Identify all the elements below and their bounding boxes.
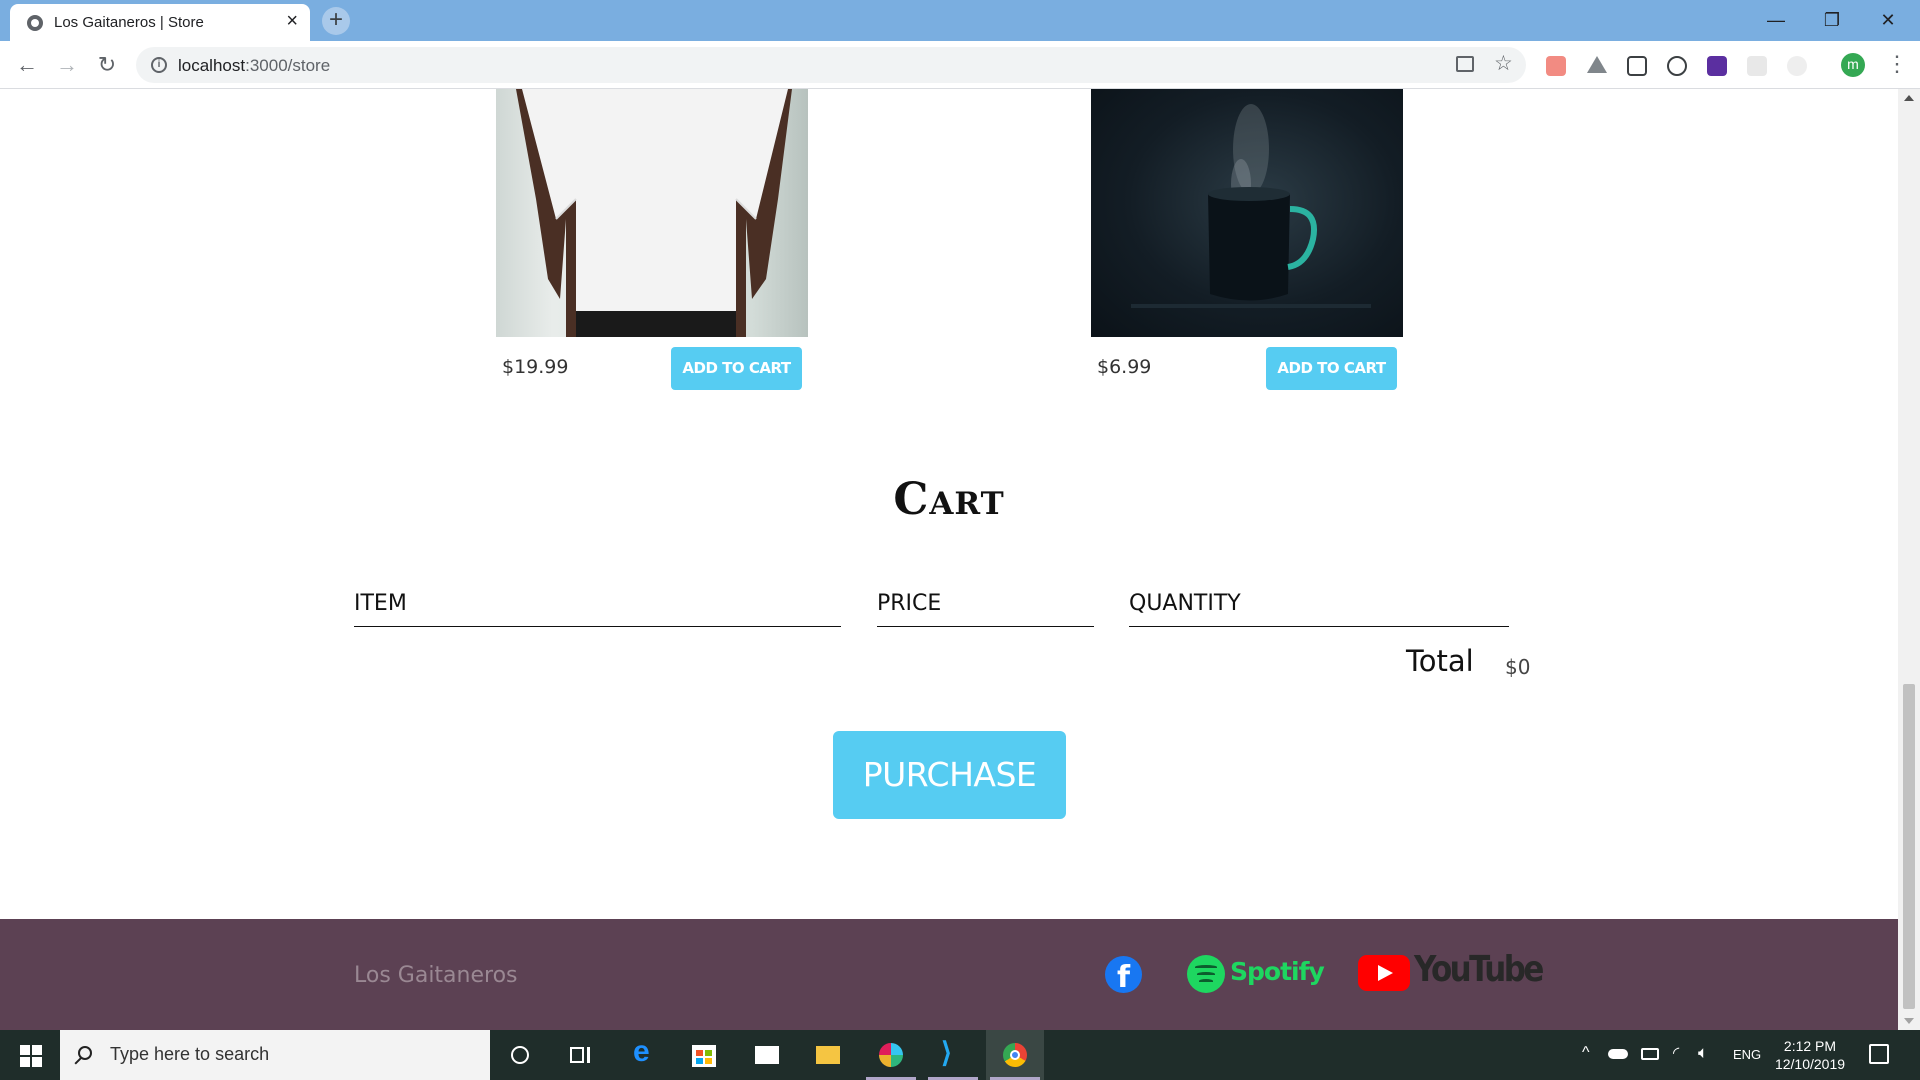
cart-column-quantity: QUANTITY bbox=[1129, 591, 1509, 627]
spotify-label: Spotify bbox=[1230, 957, 1325, 986]
slack-icon[interactable] bbox=[862, 1030, 920, 1080]
taskbar-clock[interactable]: 2:12 PM 12/10/2019 bbox=[1770, 1037, 1850, 1073]
product-image-coffee bbox=[1091, 89, 1403, 337]
footer-brand: Los Gaitaneros bbox=[354, 963, 518, 988]
cortana-icon[interactable] bbox=[491, 1030, 549, 1080]
restore-button[interactable]: ❐ bbox=[1804, 4, 1860, 36]
cart-total-label: Total bbox=[1406, 644, 1474, 678]
add-to-cart-button[interactable]: ADD TO CART bbox=[671, 347, 802, 390]
battery-icon[interactable] bbox=[1641, 1048, 1659, 1060]
back-arrow-icon[interactable]: ← bbox=[13, 51, 41, 79]
page-scrollbar[interactable] bbox=[1898, 89, 1920, 1030]
scroll-thumb[interactable] bbox=[1903, 684, 1915, 1009]
cart-total-value: $0 bbox=[1505, 655, 1531, 679]
youtube-play-icon[interactable] bbox=[1358, 955, 1410, 991]
screenshot-icon[interactable] bbox=[1627, 56, 1647, 76]
windows-taskbar: Type here to search e ⟩ ^ ◜ 🔈︎ ENG 2:12 … bbox=[0, 1030, 1920, 1080]
spotify-icon bbox=[1187, 955, 1225, 993]
wifi-icon[interactable]: ◜ bbox=[1673, 1043, 1679, 1080]
notification-center-icon[interactable] bbox=[1869, 1044, 1889, 1064]
facebook-icon[interactable]: f bbox=[1105, 956, 1142, 993]
edge-browser-icon[interactable]: e bbox=[615, 1030, 673, 1080]
profile-avatar[interactable]: m bbox=[1841, 53, 1865, 77]
product-price: $19.99 bbox=[502, 356, 569, 378]
forward-arrow-icon[interactable]: → bbox=[53, 51, 81, 79]
extension-gray-icon[interactable] bbox=[1747, 56, 1767, 76]
url-text: localhost:3000/store bbox=[178, 56, 331, 75]
close-window-button[interactable]: ✕ bbox=[1860, 4, 1916, 36]
bookmark-star-icon[interactable]: ☆ bbox=[1494, 51, 1513, 76]
mail-icon[interactable] bbox=[738, 1030, 796, 1080]
drive-icon[interactable] bbox=[1587, 56, 1607, 73]
windows-start-icon[interactable] bbox=[0, 1030, 60, 1080]
extension-red-icon[interactable] bbox=[1546, 56, 1566, 76]
taskbar-search-placeholder: Type here to search bbox=[110, 1044, 270, 1064]
menu-kebab-icon[interactable]: ⋮ bbox=[1886, 51, 1908, 77]
browser-toolbar: ← → ↻ i localhost:3000/store ☆ m ⋮ bbox=[0, 41, 1920, 89]
close-tab-icon[interactable]: × bbox=[286, 11, 298, 31]
store-icon[interactable] bbox=[675, 1030, 733, 1080]
card-icon[interactable] bbox=[1456, 56, 1474, 72]
minimize-button[interactable]: — bbox=[1748, 4, 1804, 36]
reload-icon[interactable]: ↻ bbox=[93, 51, 121, 79]
purchase-button[interactable]: PURCHASE bbox=[833, 731, 1066, 819]
chevron-up-icon[interactable]: ^ bbox=[1582, 1044, 1590, 1080]
task-view-icon[interactable] bbox=[551, 1030, 609, 1080]
footer: Los Gaitaneros f Spotify YouTube bbox=[0, 919, 1898, 1030]
globe-icon bbox=[27, 15, 43, 31]
check-extension-icon[interactable] bbox=[1707, 56, 1727, 76]
scroll-down-arrow-icon[interactable] bbox=[1904, 1018, 1914, 1024]
extension-circle-icon[interactable] bbox=[1667, 56, 1687, 76]
cart-column-price: PRICE bbox=[877, 591, 1094, 627]
taskbar-search-box[interactable]: Type here to search bbox=[60, 1030, 490, 1080]
info-icon[interactable]: i bbox=[151, 57, 167, 73]
cart-column-item: ITEM bbox=[354, 591, 841, 627]
language-indicator[interactable]: ENG bbox=[1733, 1047, 1761, 1080]
search-icon bbox=[78, 1046, 92, 1060]
tab-title: Los Gaitaneros | Store bbox=[54, 14, 204, 31]
volume-icon[interactable]: 🔈︎ bbox=[1698, 1043, 1708, 1080]
browser-tab[interactable]: Los Gaitaneros | Store × bbox=[10, 4, 310, 41]
add-to-cart-button[interactable]: ADD TO CART bbox=[1266, 347, 1397, 390]
vscode-icon[interactable]: ⟩ bbox=[924, 1030, 982, 1080]
clock-time: 2:12 PM bbox=[1783, 1038, 1837, 1054]
extension-light-icon[interactable] bbox=[1787, 56, 1807, 76]
youtube-label[interactable]: YouTube bbox=[1414, 949, 1544, 990]
cart-title: Cart bbox=[893, 474, 1005, 525]
chrome-icon[interactable] bbox=[986, 1030, 1044, 1080]
clock-date: 12/10/2019 bbox=[1774, 1056, 1846, 1072]
new-tab-button[interactable]: + bbox=[322, 7, 350, 35]
screen: Los Gaitaneros | Store × + — ❐ ✕ ← → ↻ i… bbox=[0, 0, 1920, 1080]
browser-tabbar: Los Gaitaneros | Store × + — ❐ ✕ bbox=[0, 0, 1920, 41]
page-viewport: $19.99 ADD TO CART $6.99 ADD TO CART Car… bbox=[0, 89, 1898, 1030]
product-price: $6.99 bbox=[1097, 356, 1152, 378]
file-explorer-icon[interactable] bbox=[799, 1030, 857, 1080]
scroll-up-arrow-icon[interactable] bbox=[1904, 95, 1914, 101]
address-bar[interactable]: i localhost:3000/store ☆ bbox=[136, 47, 1526, 83]
onedrive-icon[interactable] bbox=[1608, 1049, 1628, 1059]
product-image-tshirt bbox=[496, 89, 808, 337]
